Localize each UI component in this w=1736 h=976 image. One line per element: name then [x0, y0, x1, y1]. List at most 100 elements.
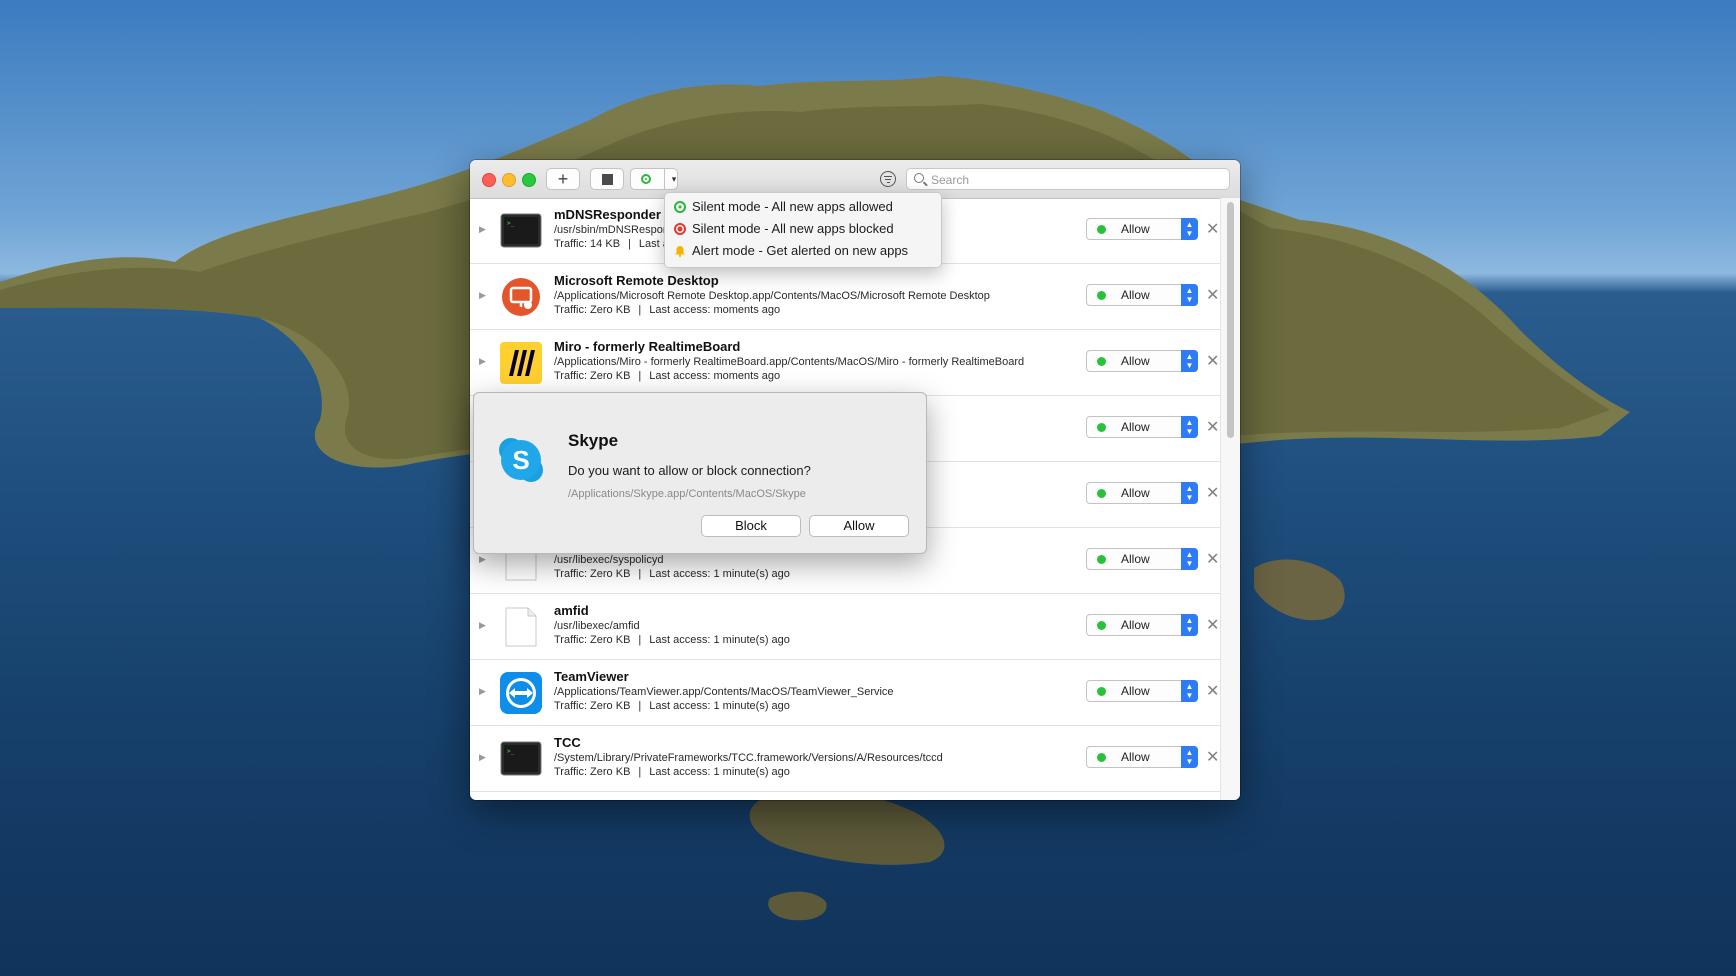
- scrollbar-thumb[interactable]: [1227, 202, 1234, 438]
- delete-rule-icon[interactable]: ✕: [1206, 549, 1219, 569]
- connection-alert-dialog: S Skype Do you want to allow or block co…: [473, 392, 927, 554]
- svg-text:>_: >_: [507, 220, 515, 227]
- app-row[interactable]: ▶ amfid /usr/libexec/amfid Traffic: Zero…: [470, 594, 1220, 660]
- allow-status-dot-icon: [1097, 555, 1106, 564]
- rule-label: Allow: [1121, 420, 1150, 434]
- app-path: /System/Library/PrivateFrameworks/TCC.fr…: [554, 752, 943, 764]
- disclosure-triangle-icon[interactable]: ▶: [479, 686, 486, 697]
- rule-label: Allow: [1121, 288, 1150, 302]
- delete-rule-icon[interactable]: ✕: [1206, 681, 1219, 701]
- silent-mode-status-icon: [641, 174, 651, 184]
- traffic-text: Traffic: 14 KB: [554, 238, 621, 250]
- add-rule-button[interactable]: +: [546, 168, 580, 190]
- disclosure-triangle-icon[interactable]: ▶: [479, 290, 486, 301]
- separator: |: [638, 568, 642, 580]
- app-path: /usr/libexec/amfid: [554, 620, 640, 632]
- green-circle-icon: [674, 201, 686, 213]
- rule-select[interactable]: Allow ▲ ▼: [1086, 284, 1198, 306]
- separator: |: [638, 766, 642, 778]
- disclosure-triangle-icon[interactable]: ▶: [479, 224, 486, 235]
- disclosure-triangle-icon[interactable]: ▶: [479, 620, 486, 631]
- chevron-updown-icon: ▲ ▼: [1181, 614, 1198, 636]
- app-row[interactable]: ▶ TeamViewer /Applications/TeamViewer.ap…: [470, 660, 1220, 726]
- delete-rule-icon[interactable]: ✕: [1206, 747, 1219, 767]
- app-stats: Traffic: Zero KB | Last access: 1 minute(s…: [554, 568, 790, 580]
- allow-button[interactable]: Allow: [809, 515, 909, 537]
- minimize-window-button[interactable]: [502, 173, 516, 187]
- allow-status-dot-icon: [1097, 225, 1106, 234]
- chevron-updown-icon: ▲ ▼: [1181, 416, 1198, 438]
- rule-select[interactable]: Allow ▲ ▼: [1086, 416, 1198, 438]
- block-button[interactable]: Block: [701, 515, 801, 537]
- stop-button[interactable]: [590, 168, 624, 190]
- app-name: TCC: [554, 735, 581, 750]
- teamviewer-icon: [500, 672, 542, 714]
- delete-rule-icon[interactable]: ✕: [1206, 351, 1219, 371]
- rule-select[interactable]: Allow ▲ ▼: [1086, 746, 1198, 768]
- stop-icon: [601, 173, 613, 185]
- menu-item-silent-allow[interactable]: Silent mode - All new apps allowed: [665, 196, 941, 218]
- chevron-updown-icon: ▲ ▼: [1181, 284, 1198, 306]
- plus-icon: +: [557, 168, 569, 189]
- allow-status-dot-icon: [1097, 489, 1106, 498]
- traffic-text: Traffic: Zero KB: [554, 304, 631, 316]
- app-stats: Traffic: Zero KB | Last access: 1 minute(s…: [554, 766, 790, 778]
- rule-select[interactable]: Allow ▲ ▼: [1086, 680, 1198, 702]
- delete-rule-icon[interactable]: ✕: [1206, 483, 1219, 503]
- delete-rule-icon[interactable]: ✕: [1206, 285, 1219, 305]
- delete-rule-icon[interactable]: ✕: [1206, 615, 1219, 635]
- close-window-button[interactable]: [482, 173, 496, 187]
- menu-item-label: Alert mode - Get alerted on new apps: [692, 243, 909, 258]
- app-name: TeamViewer: [554, 669, 629, 684]
- last-access-text: Last access: 1 minute(s) ago: [649, 700, 790, 712]
- app-name: mDNSResponder: [554, 207, 661, 222]
- search-icon: [914, 173, 924, 183]
- app-path: /Applications/Microsoft Remote Desktop.a…: [554, 290, 990, 302]
- traffic-text: Traffic: Zero KB: [554, 568, 631, 580]
- disclosure-triangle-icon[interactable]: ▶: [479, 554, 486, 565]
- last-access-text: Last access: 1 minute(s) ago: [649, 766, 790, 778]
- traffic-text: Traffic: Zero KB: [554, 634, 631, 646]
- rule-select[interactable]: Allow ▲ ▼: [1086, 482, 1198, 504]
- mode-dropdown-toggle[interactable]: ▾: [664, 168, 683, 190]
- app-row[interactable]: ▶ >_ TCC /System/Library/PrivateFramewor…: [470, 726, 1220, 792]
- app-stats: Traffic: Zero KB | Last access: 1 minute(s…: [554, 634, 790, 646]
- chevron-updown-icon: ▲ ▼: [1181, 482, 1198, 504]
- traffic-text: Traffic: Zero KB: [554, 700, 631, 712]
- rule-select[interactable]: Allow ▲ ▼: [1086, 218, 1198, 240]
- red-circle-icon: [674, 223, 686, 235]
- vertical-scrollbar[interactable]: [1220, 198, 1240, 800]
- bell-icon: [675, 246, 685, 257]
- menu-item-alert-mode[interactable]: Alert mode - Get alerted on new apps: [665, 240, 941, 262]
- disclosure-triangle-icon[interactable]: ▶: [479, 752, 486, 763]
- app-row[interactable]: ▶ Microsoft Remote Desktop /Applications…: [470, 264, 1220, 330]
- rule-select[interactable]: Allow ▲ ▼: [1086, 350, 1198, 372]
- rule-select[interactable]: Allow ▲ ▼: [1086, 548, 1198, 570]
- rule-label: Allow: [1121, 750, 1150, 764]
- zoom-window-button[interactable]: [522, 173, 536, 187]
- delete-rule-icon[interactable]: ✕: [1206, 219, 1219, 239]
- delete-rule-icon[interactable]: ✕: [1206, 417, 1219, 437]
- rule-select[interactable]: Allow ▲ ▼: [1086, 614, 1198, 636]
- svg-text:S: S: [512, 445, 529, 475]
- terminal-icon: >_: [500, 741, 542, 776]
- separator: |: [638, 700, 642, 712]
- rule-label: Allow: [1121, 222, 1150, 236]
- rule-label: Allow: [1121, 684, 1150, 698]
- search-input[interactable]: [929, 170, 1223, 190]
- disclosure-triangle-icon[interactable]: ▶: [479, 356, 486, 367]
- traffic-text: Traffic: Zero KB: [554, 766, 631, 778]
- rule-label: Allow: [1121, 486, 1150, 500]
- chevron-updown-icon: ▲ ▼: [1181, 680, 1198, 702]
- remote-desktop-icon: [502, 278, 540, 316]
- alert-app-path: /Applications/Skype.app/Contents/MacOS/S…: [568, 488, 806, 500]
- last-access-text: Last access: 1 minute(s) ago: [649, 568, 790, 580]
- mode-dropdown-menu: Silent mode - All new apps allowed Silen…: [664, 192, 942, 268]
- search-field[interactable]: [906, 168, 1230, 190]
- chevron-updown-icon: ▲ ▼: [1181, 350, 1198, 372]
- app-row[interactable]: ▶ Miro - formerly RealtimeBoard /Applica…: [470, 330, 1220, 396]
- menu-item-label: Silent mode - All new apps allowed: [692, 199, 893, 214]
- menu-item-silent-block[interactable]: Silent mode - All new apps blocked: [665, 218, 941, 240]
- svg-text:>_: >_: [507, 748, 515, 755]
- filter-icon[interactable]: [880, 171, 896, 187]
